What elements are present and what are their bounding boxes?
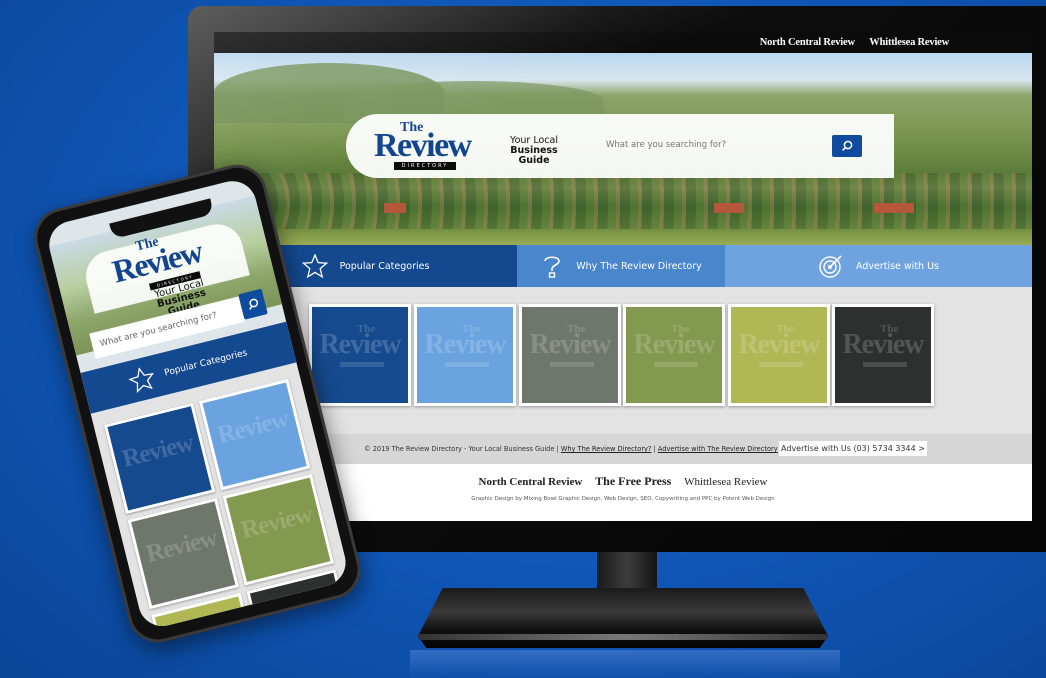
footer-separator: | — [556, 445, 559, 453]
phone-screen: The Review DIRECTORY Your Local Business… — [44, 176, 351, 632]
tile-watermark-bar — [445, 362, 489, 367]
tile-watermark: Review — [633, 329, 715, 360]
nav-label: Advertise with Us — [856, 260, 939, 272]
category-tile[interactable]: The Review — [414, 304, 516, 406]
chevron-right-icon: > — [918, 444, 925, 453]
tile-watermark-bar — [550, 362, 594, 367]
phone-category-tile[interactable]: Review — [222, 473, 335, 586]
advertise-phone: (03) 5734 3344 — [853, 444, 916, 453]
hero-roof — [874, 203, 914, 213]
category-tile[interactable]: The Review — [623, 304, 725, 406]
tagline-line2: Business Guide — [510, 145, 558, 166]
category-tile[interactable]: The Review — [832, 304, 934, 406]
nav-label: Why The Review Directory — [576, 260, 702, 272]
copyright-text: © 2019 The Review Directory - Your Local… — [364, 445, 555, 453]
publication-free-press[interactable]: The Free Press — [595, 474, 671, 488]
tile-watermark: Review — [738, 329, 820, 360]
advertise-text: Advertise with Us — [781, 444, 851, 453]
tile-watermark: Review — [214, 405, 291, 450]
footer-link-why[interactable]: Why The Review Directory? — [561, 445, 652, 453]
logo-review: Review — [374, 127, 472, 164]
phone-category-tile[interactable]: Review — [198, 378, 311, 491]
footer-copy: © 2019 The Review Directory - Your Local… — [364, 445, 778, 453]
top-bar: North Central Review Whittlesea Review — [214, 32, 1032, 53]
phone-category-tile[interactable]: Review — [103, 402, 216, 515]
advertise-phone-button[interactable]: Advertise with Us (03) 5734 3344 > — [779, 441, 927, 456]
nav-advertise[interactable]: Advertise with Us — [725, 245, 1032, 287]
nav-why-review-directory[interactable]: Why The Review Directory — [517, 245, 725, 287]
target-icon — [819, 255, 842, 278]
top-link-whittlesea[interactable]: Whittlesea Review — [869, 37, 949, 48]
question-icon — [544, 256, 561, 278]
tile-watermark-bar — [340, 362, 384, 367]
tile-watermark: Review — [143, 524, 220, 568]
search-icon — [842, 140, 853, 151]
publication-north-central[interactable]: North Central Review — [479, 476, 583, 488]
site-logo[interactable]: The Review DIRECTORY — [374, 120, 472, 170]
tile-watermark: Review — [238, 500, 315, 545]
nav-label: Popular Categories — [339, 260, 430, 272]
tile-watermark: Review — [842, 329, 924, 360]
tagline: Your Local Business Guide — [498, 136, 570, 166]
top-link-north-central[interactable]: North Central Review — [760, 37, 855, 48]
main-nav: Popular Categories Why The Review Direct… — [214, 245, 1032, 287]
footer-link-advertise[interactable]: Advertise with The Review Directory — [658, 445, 778, 453]
publication-whittlesea[interactable]: Whittlesea Review — [684, 476, 767, 488]
search-button[interactable] — [832, 135, 862, 157]
category-tile[interactable]: The Review — [519, 304, 621, 406]
hero-roof — [714, 203, 744, 213]
hero-trees — [214, 173, 1032, 229]
scene: { "top_links": ["North Central Review", … — [0, 0, 1046, 678]
tile-watermark-bar — [863, 362, 907, 367]
search-input[interactable] — [598, 134, 826, 156]
hero-roof — [384, 203, 406, 213]
search-icon — [249, 298, 259, 310]
phone-nav-label: Popular Categories — [163, 348, 249, 379]
tile-watermark-bar — [759, 362, 803, 367]
category-tile[interactable]: The Review — [728, 304, 830, 406]
tile-watermark: Review — [529, 329, 611, 360]
hero-banner: The Review DIRECTORY Your Local Business… — [214, 53, 1032, 245]
tile-watermark: Review — [119, 429, 196, 473]
base-reflection — [410, 650, 840, 678]
star-icon — [128, 366, 155, 393]
top-links: North Central Review Whittlesea Review — [748, 37, 949, 48]
tile-watermark-bar — [654, 362, 698, 367]
logo-directory: DIRECTORY — [394, 162, 456, 170]
footer-separator: | — [653, 445, 656, 453]
monitor-base-edge — [418, 634, 828, 640]
phone-category-tile[interactable]: Review — [127, 497, 240, 610]
phone-category-tiles: Review Review Review Review — [91, 364, 351, 632]
tile-watermark: Review — [424, 329, 506, 360]
search-panel: The Review DIRECTORY Your Local Business… — [346, 114, 894, 178]
